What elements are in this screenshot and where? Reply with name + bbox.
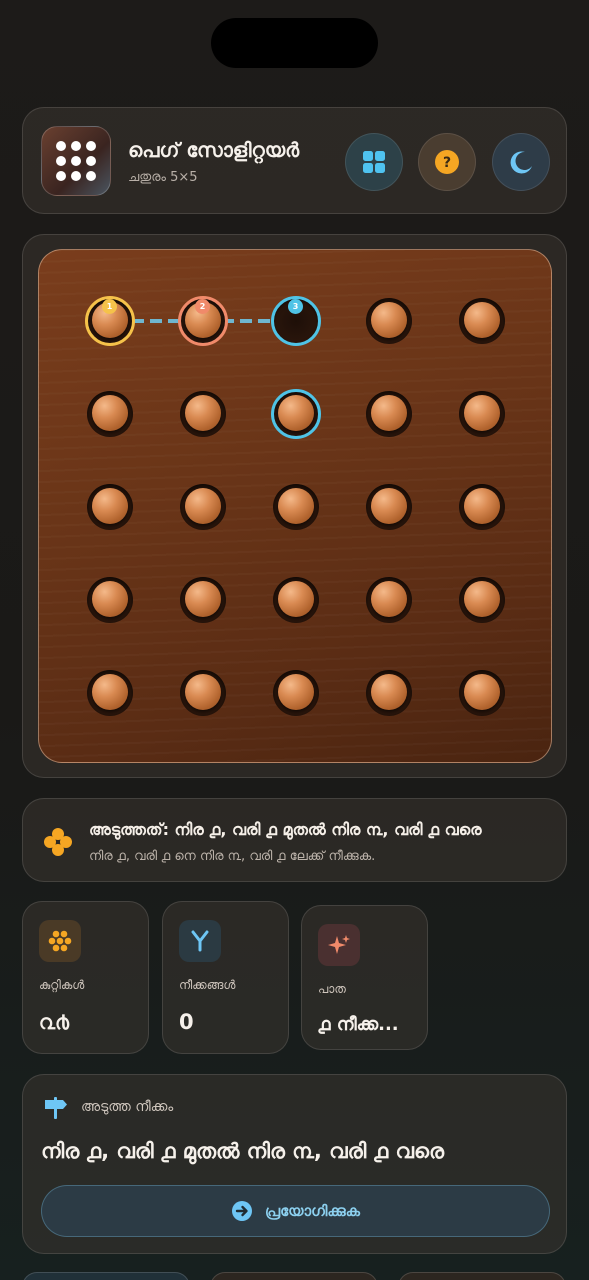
board-hole[interactable] bbox=[87, 577, 133, 623]
next-move-text: നിര ൧, വരി ൧ മുതൽ നിര ൩, വരി ൧ വരെ bbox=[41, 1139, 444, 1163]
board-hole[interactable] bbox=[459, 484, 505, 530]
signpost-icon bbox=[45, 1097, 67, 1119]
board-hole[interactable] bbox=[459, 577, 505, 623]
stat-moves-value: 0 bbox=[179, 1010, 194, 1034]
peg[interactable] bbox=[185, 674, 221, 710]
move-step-badge: 3 bbox=[288, 299, 303, 314]
stat-pegs-value: ൨൪ bbox=[39, 1010, 70, 1034]
board-hole[interactable] bbox=[87, 484, 133, 530]
peg[interactable] bbox=[371, 581, 407, 617]
arrow-right-circle-icon bbox=[232, 1201, 253, 1221]
board-hole[interactable] bbox=[459, 391, 505, 437]
fork-icon bbox=[179, 920, 221, 962]
peg[interactable] bbox=[464, 674, 500, 710]
hint-bar: അടുത്തത്: നിര ൧, വരി ൧ മുതൽ നിര ൩, വരി ൧… bbox=[22, 798, 567, 882]
board-hole[interactable] bbox=[459, 670, 505, 716]
peg[interactable] bbox=[185, 395, 221, 431]
board-hole[interactable] bbox=[366, 484, 412, 530]
peg[interactable] bbox=[464, 581, 500, 617]
question-icon: ? bbox=[435, 150, 459, 174]
board-hole[interactable] bbox=[273, 670, 319, 716]
bottom-tab-1[interactable] bbox=[22, 1272, 190, 1280]
app-title: പെഗ് സോളിറ്റയർ bbox=[128, 138, 300, 162]
peg[interactable] bbox=[278, 581, 314, 617]
peg[interactable] bbox=[371, 674, 407, 710]
hint-title: അടുത്തത്: നിര ൧, വരി ൧ മുതൽ നിര ൩, വരി ൧… bbox=[89, 820, 482, 839]
peg[interactable] bbox=[464, 395, 500, 431]
grid-menu-button[interactable] bbox=[345, 133, 403, 191]
board-hole[interactable] bbox=[366, 577, 412, 623]
board-hole[interactable] bbox=[87, 391, 133, 437]
peg[interactable] bbox=[278, 674, 314, 710]
move-step-badge: 2 bbox=[195, 299, 210, 314]
moon-icon bbox=[510, 151, 532, 174]
highlight-ring bbox=[271, 389, 321, 439]
pegs-cluster-icon bbox=[39, 920, 81, 962]
board-hole[interactable] bbox=[273, 577, 319, 623]
hint-subtitle: നിര ൧, വരി ൧ നെ നിര ൩, വരി ൧ ലേക്ക് നീക്… bbox=[89, 849, 376, 864]
next-move-card: അടുത്ത നീക്കം നിര ൧, വരി ൧ മുതൽ നിര ൩, വ… bbox=[22, 1074, 567, 1254]
app-header: പെഗ് സോളിറ്റയർ ചതുരം 5×5 ? bbox=[22, 107, 567, 214]
peg[interactable] bbox=[92, 674, 128, 710]
stat-path: പാത ൧ നീക്ക... bbox=[301, 905, 428, 1050]
board-hole[interactable] bbox=[366, 391, 412, 437]
board-hole[interactable] bbox=[180, 484, 226, 530]
stat-pegs: കുറ്റികൾ ൨൪ bbox=[22, 901, 149, 1054]
board-hole[interactable] bbox=[366, 670, 412, 716]
board-hole[interactable] bbox=[180, 670, 226, 716]
stat-path-label: പാത bbox=[318, 982, 346, 996]
app-logo-icon bbox=[41, 126, 111, 196]
device-notch bbox=[211, 18, 378, 68]
theme-button[interactable] bbox=[492, 133, 550, 191]
board-hole[interactable] bbox=[87, 670, 133, 716]
board-hole[interactable] bbox=[180, 577, 226, 623]
stat-pegs-label: കുറ്റികൾ bbox=[39, 978, 85, 992]
peg[interactable] bbox=[185, 488, 221, 524]
next-move-label: അടുത്ത നീക്കം bbox=[81, 1099, 174, 1115]
stat-path-value: ൧ നീക്ക... bbox=[318, 1014, 399, 1035]
help-button[interactable]: ? bbox=[418, 133, 476, 191]
hint-cluster-icon bbox=[44, 828, 72, 856]
app-subtitle: ചതുരം 5×5 bbox=[128, 170, 198, 185]
sparkle-icon bbox=[318, 924, 360, 966]
board-hole[interactable] bbox=[459, 298, 505, 344]
peg[interactable] bbox=[464, 488, 500, 524]
peg[interactable] bbox=[92, 395, 128, 431]
peg[interactable] bbox=[92, 581, 128, 617]
apply-move-label: പ്രയോഗിക്കുക bbox=[265, 1202, 360, 1220]
peg[interactable] bbox=[371, 488, 407, 524]
board-hole[interactable] bbox=[273, 484, 319, 530]
bottom-tab-3[interactable] bbox=[398, 1272, 566, 1280]
peg[interactable] bbox=[278, 488, 314, 524]
grid-icon bbox=[363, 151, 385, 173]
peg[interactable] bbox=[185, 581, 221, 617]
board-container: 1 2 3 bbox=[22, 234, 567, 778]
board-hole[interactable] bbox=[180, 391, 226, 437]
game-board: 1 2 3 bbox=[38, 249, 552, 763]
peg[interactable] bbox=[371, 395, 407, 431]
stat-moves-label: നീക്കങ്ങൾ bbox=[179, 978, 236, 992]
peg[interactable] bbox=[464, 302, 500, 338]
apply-move-button[interactable]: പ്രയോഗിക്കുക bbox=[41, 1185, 550, 1237]
board-hole[interactable] bbox=[366, 298, 412, 344]
stat-moves: നീക്കങ്ങൾ 0 bbox=[162, 901, 289, 1054]
svg-text:?: ? bbox=[443, 155, 451, 171]
peg[interactable] bbox=[371, 302, 407, 338]
peg[interactable] bbox=[92, 488, 128, 524]
bottom-tab-2[interactable] bbox=[210, 1272, 378, 1280]
move-step-badge: 1 bbox=[102, 299, 117, 314]
